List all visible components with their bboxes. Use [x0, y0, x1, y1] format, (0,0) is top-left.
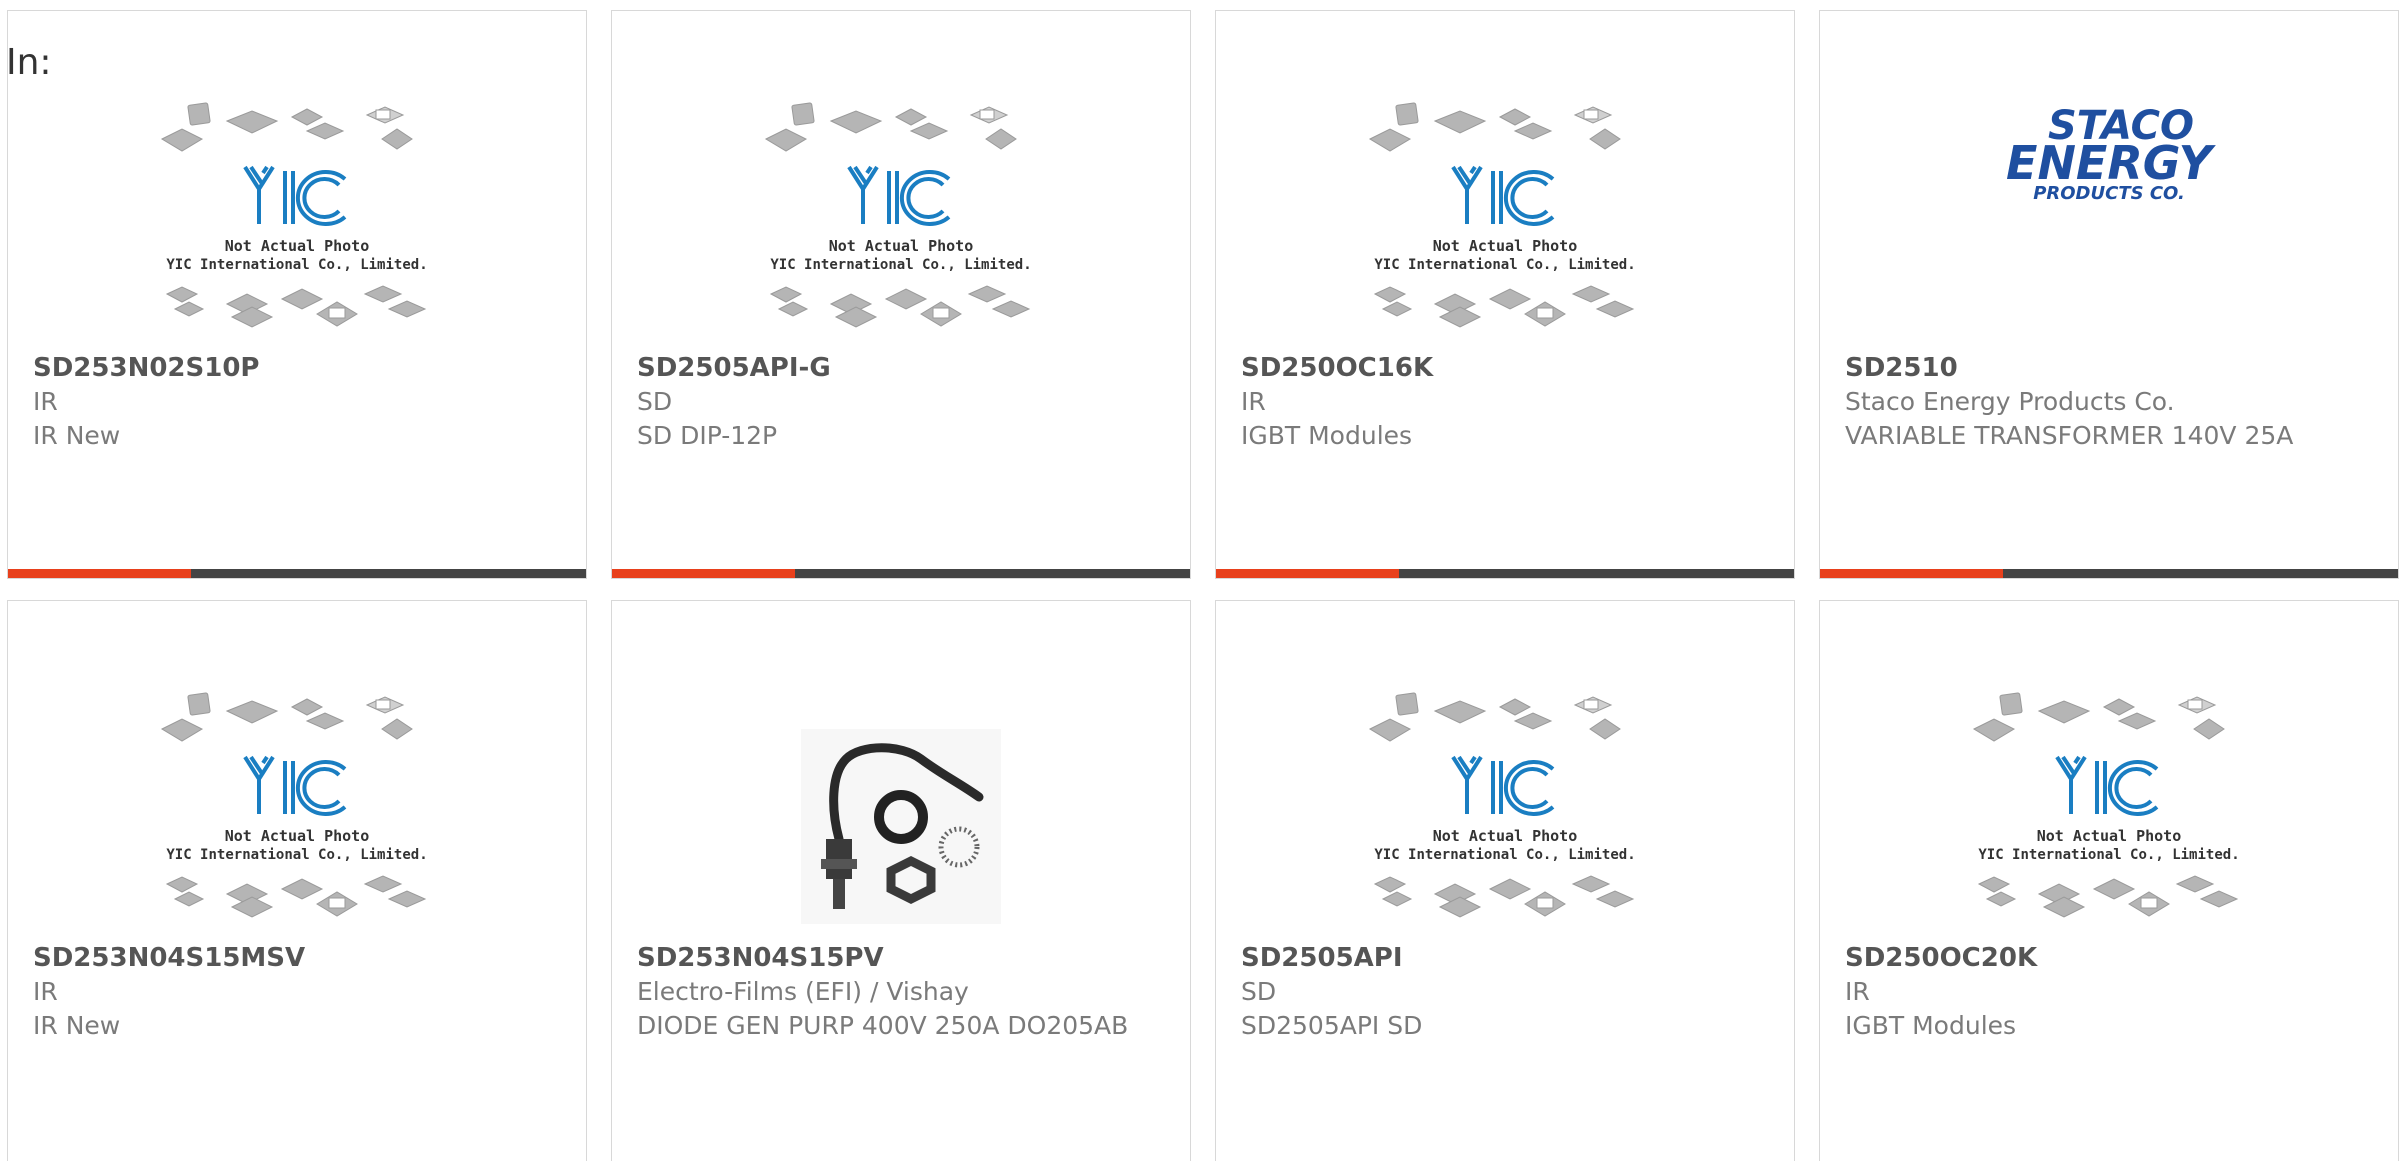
card-bottom-bar — [8, 569, 586, 578]
product-manufacturer: IR — [1845, 977, 1870, 1006]
product-grid-page: In: Not Actual Photo YIC International C… — [0, 0, 2400, 1161]
product-description: IR New — [33, 421, 121, 450]
yic-caption-2: YIC International Co., Limited. — [1374, 257, 1635, 273]
product-image-link[interactable]: Not Actual Photo YIC International Co., … — [1216, 689, 1794, 949]
product-info: SD250OC16K IR IGBT Modules — [1241, 351, 1774, 453]
product-card[interactable]: Not Actual Photo YIC International Co., … — [7, 600, 587, 1161]
product-manufacturer: IR — [1241, 387, 1266, 416]
yic-placeholder-image: Not Actual Photo YIC International Co., … — [160, 102, 428, 328]
card-bar-rest — [191, 569, 586, 578]
product-card[interactable]: STACO ENERGY PRODUCTS CO. SD2510 Staco E… — [1819, 10, 2399, 579]
product-info: SD253N04S15PV Electro-Films (EFI) / Vish… — [637, 941, 1170, 1043]
product-manufacturer: Staco Energy Products Co. — [1845, 387, 2175, 416]
product-part-number[interactable]: SD253N02S10P — [33, 351, 566, 385]
yic-placeholder-image: Not Actual Photo YIC International Co., … — [1368, 692, 1636, 918]
product-description: SD DIP-12P — [637, 421, 778, 450]
product-part-number[interactable]: SD250OC16K — [1241, 351, 1774, 385]
card-bar-accent — [612, 569, 795, 578]
product-part-number[interactable]: SD253N04S15PV — [637, 941, 1170, 975]
staco-logo-line2: ENERGY — [2006, 136, 2217, 190]
card-bar-rest — [1399, 569, 1794, 578]
staco-logo-line3: PRODUCTS CO. — [2033, 183, 2185, 204]
yic-caption-1: Not Actual Photo — [829, 237, 974, 255]
product-description: SD2505API SD — [1241, 1011, 1423, 1040]
staco-logo: STACO ENERGY PRODUCTS CO. — [2006, 103, 2217, 204]
card-bar-rest — [795, 569, 1190, 578]
product-description: VARIABLE TRANSFORMER 140V 25A — [1845, 421, 2294, 450]
product-description: IR New — [33, 1011, 121, 1040]
product-description: DIODE GEN PURP 400V 250A DO205AB — [637, 1011, 1129, 1040]
yic-caption-1: Not Actual Photo — [1433, 237, 1578, 255]
product-part-number[interactable]: SD2510 — [1845, 351, 2378, 385]
product-part-number[interactable]: SD253N04S15MSV — [33, 941, 566, 975]
product-info: SD250OC20K IR IGBT Modules — [1845, 941, 2378, 1043]
product-card[interactable]: SD253N04S15PV Electro-Films (EFI) / Vish… — [611, 600, 1191, 1161]
product-description: IGBT Modules — [1241, 421, 1413, 450]
product-info: SD253N04S15MSV IR IR New — [33, 941, 566, 1043]
yic-placeholder-image: Not Actual Photo YIC International Co., … — [1972, 692, 2240, 918]
product-image-link[interactable]: Not Actual Photo YIC International Co., … — [1820, 689, 2398, 949]
product-part-number[interactable]: SD2505API-G — [637, 351, 1170, 385]
product-part-number[interactable]: SD2505API — [1241, 941, 1774, 975]
product-manufacturer: Electro-Films (EFI) / Vishay — [637, 977, 969, 1006]
product-info: SD2505API SD SD2505API SD — [1241, 941, 1774, 1043]
product-info: SD253N02S10P IR IR New — [33, 351, 566, 453]
card-bottom-bar — [1820, 569, 2398, 578]
yic-caption-1: Not Actual Photo — [225, 827, 370, 845]
product-card[interactable]: Not Actual Photo YIC International Co., … — [1215, 600, 1795, 1161]
yic-caption-2: YIC International Co., Limited. — [770, 257, 1031, 273]
card-bar-accent — [8, 569, 191, 578]
product-info: SD2505API-G SD SD DIP-12P — [637, 351, 1170, 453]
product-card[interactable]: Not Actual Photo YIC International Co., … — [1215, 10, 1795, 579]
yic-caption-1: Not Actual Photo — [1433, 827, 1578, 845]
card-bottom-bar — [1216, 569, 1794, 578]
product-image-link[interactable] — [612, 689, 1190, 949]
card-bar-rest — [2003, 569, 2398, 578]
yic-placeholder-image: Not Actual Photo YIC International Co., … — [1368, 102, 1636, 328]
product-part-number[interactable]: SD250OC20K — [1845, 941, 2378, 975]
product-card[interactable]: Not Actual Photo YIC International Co., … — [7, 10, 587, 579]
yic-caption-2: YIC International Co., Limited. — [1374, 847, 1635, 863]
yic-placeholder-image: Not Actual Photo YIC International Co., … — [160, 692, 428, 918]
product-manufacturer: SD — [637, 387, 673, 416]
yic-caption-2: YIC International Co., Limited. — [1978, 847, 2239, 863]
yic-caption-2: YIC International Co., Limited. — [166, 847, 427, 863]
in-label: In: — [6, 42, 52, 83]
product-info: SD2510 Staco Energy Products Co. VARIABL… — [1845, 351, 2378, 453]
yic-caption-1: Not Actual Photo — [225, 237, 370, 255]
product-image-link[interactable]: Not Actual Photo YIC International Co., … — [1216, 99, 1794, 359]
yic-caption-2: YIC International Co., Limited. — [166, 257, 427, 273]
yic-caption-1: Not Actual Photo — [2037, 827, 2182, 845]
card-bar-accent — [1820, 569, 2003, 578]
product-card[interactable]: Not Actual Photo YIC International Co., … — [1819, 600, 2399, 1161]
product-card[interactable]: Not Actual Photo YIC International Co., … — [611, 10, 1191, 579]
product-image-link[interactable]: Not Actual Photo YIC International Co., … — [8, 99, 586, 359]
product-manufacturer: IR — [33, 387, 58, 416]
product-image-link[interactable]: STACO ENERGY PRODUCTS CO. — [1820, 99, 2398, 359]
yic-placeholder-image: Not Actual Photo YIC International Co., … — [764, 102, 1032, 328]
product-image-link[interactable]: Not Actual Photo YIC International Co., … — [612, 99, 1190, 359]
card-bottom-bar — [612, 569, 1190, 578]
product-description: IGBT Modules — [1845, 1011, 2017, 1040]
product-manufacturer: IR — [33, 977, 58, 1006]
product-manufacturer: SD — [1241, 977, 1277, 1006]
product-image-link[interactable]: Not Actual Photo YIC International Co., … — [8, 689, 586, 949]
diode-photo — [801, 729, 1001, 924]
card-bar-accent — [1216, 569, 1399, 578]
